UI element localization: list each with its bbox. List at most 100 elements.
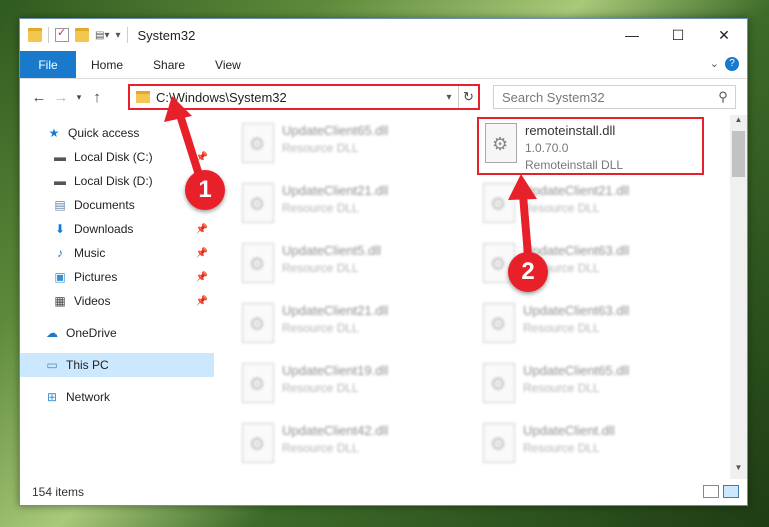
sidebar-item-documents[interactable]: ▤ Documents 📌 bbox=[20, 193, 214, 217]
file-list: UpdateClient65.dll Resource DLL UpdateCli… bbox=[214, 115, 747, 479]
music-icon: ♪ bbox=[57, 246, 63, 260]
help-icon[interactable]: ? bbox=[725, 57, 739, 71]
refresh-icon[interactable]: ↻ bbox=[458, 86, 478, 108]
highlighted-file[interactable]: remoteinstall.dll 1.0.70.0 Remoteinstall… bbox=[477, 117, 704, 175]
pc-icon: ▭ bbox=[46, 358, 58, 372]
videos-icon: ▦ bbox=[54, 294, 66, 308]
list-item[interactable]: remoteinstall.dll 1.0.70.0 Remoteinstall… bbox=[479, 119, 699, 172]
forward-arrow-icon[interactable]: → bbox=[50, 89, 72, 106]
sidebar-item-onedrive[interactable]: ☁ OneDrive bbox=[20, 321, 214, 345]
list-item[interactable]: UpdateClient65.dll Resource DLL bbox=[477, 359, 697, 409]
sidebar-item-pictures[interactable]: ▣ Pictures 📌 bbox=[20, 265, 214, 289]
chevron-down-icon[interactable]: ▾ bbox=[440, 92, 458, 103]
address-row: ← → ▾ ↑ C:\Windows\System32 ▾ ↻ Search S… bbox=[20, 79, 747, 115]
documents-icon: ▤ bbox=[54, 198, 66, 212]
pin-icon[interactable]: 📌 bbox=[196, 248, 208, 259]
tab-share[interactable]: Share bbox=[138, 51, 200, 78]
details-view-icon[interactable] bbox=[703, 485, 719, 498]
cloud-icon: ☁ bbox=[46, 326, 58, 340]
download-icon: ⬇ bbox=[54, 222, 66, 236]
toolbar-dropdown-icon[interactable]: ▾ bbox=[115, 30, 120, 41]
sidebar-item-quick-access[interactable]: ★ Quick access bbox=[20, 121, 214, 145]
folder-icon bbox=[136, 91, 150, 103]
tab-file[interactable]: File bbox=[20, 51, 76, 78]
list-item[interactable]: UpdateClient19.dll Resource DLL bbox=[236, 359, 456, 409]
properties-icon[interactable] bbox=[55, 26, 69, 42]
file-type: Resource DLL bbox=[282, 441, 359, 455]
close-button[interactable]: ✕ bbox=[701, 19, 747, 51]
divider bbox=[48, 27, 49, 43]
list-item[interactable]: UpdateClient21.dll Resource DLL bbox=[236, 299, 456, 349]
list-item[interactable]: UpdateClient5.dll Resource DLL bbox=[236, 239, 456, 289]
file-type: Resource DLL bbox=[282, 381, 359, 395]
pictures-icon: ▣ bbox=[54, 270, 66, 284]
address-bar[interactable]: C:\Windows\System32 ▾ ↻ bbox=[128, 84, 480, 110]
status-bar: 154 items bbox=[20, 479, 747, 505]
tab-home[interactable]: Home bbox=[76, 51, 138, 78]
dll-file-icon bbox=[485, 123, 517, 163]
search-placeholder: Search System32 bbox=[502, 89, 605, 105]
sidebar-item-label: Pictures bbox=[74, 270, 118, 284]
file-name: UpdateClient5.dll bbox=[282, 243, 382, 258]
scroll-up-icon[interactable]: ▲ bbox=[730, 115, 747, 131]
list-item[interactable]: UpdateClient42.dll Resource DLL bbox=[236, 419, 456, 469]
file-type: Resource DLL bbox=[282, 321, 359, 335]
dll-file-icon bbox=[242, 183, 274, 223]
minimize-button[interactable]: — bbox=[609, 19, 655, 51]
maximize-button[interactable]: ☐ bbox=[655, 19, 701, 51]
window-title: System32 bbox=[137, 27, 196, 43]
pin-icon[interactable]: 📌 bbox=[196, 224, 208, 235]
list-item[interactable]: UpdateClient.dll Resource DLL bbox=[477, 419, 697, 469]
large-icons-view-icon[interactable] bbox=[723, 485, 739, 498]
file-name: UpdateClient19.dll bbox=[282, 363, 389, 378]
item-count: 154 items bbox=[32, 485, 85, 499]
tab-view[interactable]: View bbox=[200, 51, 256, 78]
file-name: remoteinstall.dll bbox=[525, 123, 616, 138]
sidebar-item-label: Quick access bbox=[68, 126, 140, 140]
star-icon: ★ bbox=[48, 126, 60, 140]
new-folder-icon[interactable] bbox=[75, 28, 89, 42]
address-path[interactable]: C:\Windows\System32 bbox=[156, 90, 440, 105]
list-item[interactable]: UpdateClient65.dll Resource DLL bbox=[236, 119, 456, 169]
title-bar: ▤▾ ▾ System32 — ☐ ✕ bbox=[20, 19, 747, 51]
search-input[interactable]: Search System32 ⚲ bbox=[493, 85, 736, 109]
recent-locations-icon[interactable]: ▾ bbox=[72, 92, 86, 103]
file-type: Resource DLL bbox=[282, 201, 359, 215]
pin-icon[interactable]: 📌 bbox=[196, 272, 208, 283]
file-name: UpdateClient.dll bbox=[523, 423, 615, 438]
up-arrow-icon[interactable]: ↑ bbox=[86, 89, 108, 106]
search-icon[interactable]: ⚲ bbox=[711, 89, 735, 105]
window-controls: — ☐ ✕ bbox=[609, 19, 747, 51]
sidebar-item-label: Local Disk (D:) bbox=[74, 174, 153, 188]
expand-ribbon-icon[interactable]: ⌄ bbox=[710, 57, 719, 70]
sidebar-item-local-disk-c[interactable]: ▬ Local Disk (C:) 📌 bbox=[20, 145, 214, 169]
sidebar-item-label: Documents bbox=[74, 198, 135, 212]
sidebar-item-videos[interactable]: ▦ Videos 📌 bbox=[20, 289, 214, 313]
dll-file-icon bbox=[242, 243, 274, 283]
scroll-thumb[interactable] bbox=[732, 131, 745, 177]
file-name: UpdateClient42.dll bbox=[282, 423, 389, 438]
sidebar-item-this-pc[interactable]: ▭ This PC bbox=[20, 353, 214, 377]
content-area: ★ Quick access ▬ Local Disk (C:) 📌 ▬ Loc… bbox=[20, 115, 747, 479]
file-name: UpdateClient21.dll bbox=[282, 303, 389, 318]
pin-icon[interactable]: 📌 bbox=[196, 296, 208, 307]
file-type: Resource DLL bbox=[523, 381, 600, 395]
vertical-scrollbar[interactable]: ▲ ▼ bbox=[730, 115, 747, 479]
sidebar-item-label: OneDrive bbox=[66, 326, 117, 340]
back-arrow-icon[interactable]: ← bbox=[28, 89, 50, 106]
sidebar-item-network[interactable]: ⊞ Network bbox=[20, 385, 214, 409]
dll-file-icon bbox=[242, 123, 274, 163]
file-name: UpdateClient21.dll bbox=[282, 183, 389, 198]
file-type: Resource DLL bbox=[523, 201, 600, 215]
customize-toolbar-icon[interactable]: ▤▾ bbox=[95, 30, 109, 41]
list-item[interactable]: UpdateClient63.dll Resource DLL bbox=[477, 299, 697, 349]
list-item[interactable]: UpdateClient21.dll Resource DLL bbox=[477, 179, 697, 229]
folder-icon[interactable] bbox=[28, 28, 42, 42]
sidebar-item-downloads[interactable]: ⬇ Downloads 📌 bbox=[20, 217, 214, 241]
list-item[interactable]: UpdateClient21.dll Resource DLL bbox=[236, 179, 456, 229]
sidebar-item-music[interactable]: ♪ Music 📌 bbox=[20, 241, 214, 265]
divider bbox=[126, 27, 128, 43]
pin-icon[interactable]: 📌 bbox=[196, 152, 208, 163]
navigation-pane: ★ Quick access ▬ Local Disk (C:) 📌 ▬ Loc… bbox=[20, 115, 214, 479]
scroll-down-icon[interactable]: ▼ bbox=[730, 463, 747, 479]
